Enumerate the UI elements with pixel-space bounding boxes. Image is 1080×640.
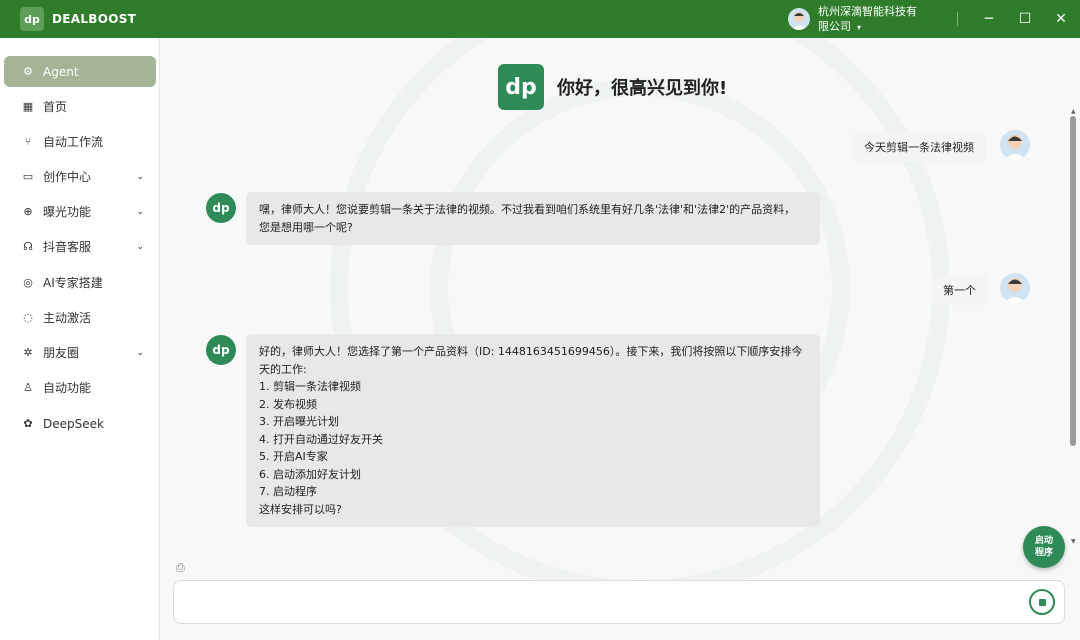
chat-area: dp 你好，很高兴见到你! 今天剪辑一条法律视频 dp 嘿，律师大人！您说要剪辑…: [160, 38, 1080, 640]
hero-logo: dp: [498, 64, 544, 110]
stop-button[interactable]: [1029, 589, 1055, 615]
stop-icon: [1038, 598, 1046, 606]
bot-avatar: dp: [206, 193, 236, 223]
welcome-header: dp 你好，很高兴见到你!: [498, 64, 727, 110]
sidebar-item-label: 创作中心: [43, 170, 92, 184]
account-switcher[interactable]: 杭州深滴智能科技有 限公司 ▾: [788, 4, 928, 35]
user-message: 今天剪辑一条法律视频: [852, 132, 986, 162]
chevron-down-icon[interactable]: ⌄: [136, 207, 144, 217]
bot-avatar: dp: [206, 335, 236, 365]
bot-message: 好的，律师大人！您选择了第一个产品资料（ID: 1448163451699456…: [246, 334, 820, 527]
chevron-down-icon[interactable]: ⌄: [136, 242, 144, 252]
title-divider: [957, 12, 958, 26]
sidebar-item-douyin-service[interactable]: ☊ 抖音客服 ⌄: [4, 231, 156, 262]
sidebar-item-ai-expert[interactable]: ◎ AI专家搭建: [4, 267, 156, 298]
chat-input-box[interactable]: [173, 580, 1065, 624]
grid-icon: ▦: [22, 100, 34, 113]
deepseek-icon: ✿: [23, 417, 33, 430]
maximize-button[interactable]: ☐: [1015, 9, 1035, 29]
sidebar-item-moments[interactable]: ✲ 朋友圈 ⌄: [4, 337, 156, 368]
robot-icon: ⚙: [23, 65, 33, 78]
sidebar-item-auto-functions[interactable]: ♙ 自动功能: [4, 372, 156, 403]
sidebar-item-label: Agent: [43, 64, 79, 79]
people-icon: ♙: [23, 381, 33, 394]
sidebar-item-label: 主动激活: [43, 311, 92, 325]
headset-icon: ☊: [23, 240, 33, 253]
sidebar-item-label: 首页: [43, 100, 68, 114]
user-avatar: [1000, 130, 1030, 160]
zoom-icon: ⊕: [23, 205, 33, 218]
brand-logo: dp: [20, 7, 44, 31]
welcome-title: 你好，很高兴见到你!: [557, 78, 728, 99]
user-avatar[interactable]: [788, 8, 810, 30]
user-avatar: [1000, 273, 1030, 303]
sidebar-item-agent[interactable]: ⚙ Agent: [4, 56, 156, 87]
sidebar-item-label: AI专家搭建: [43, 276, 103, 290]
sidebar-item-label: 自动功能: [43, 381, 92, 395]
chevron-down-icon: ▾: [857, 23, 862, 32]
company-name[interactable]: 杭州深滴智能科技有 限公司 ▾: [818, 4, 928, 35]
scrollbar-thumb[interactable]: [1070, 116, 1076, 446]
branch-icon: ⑂: [24, 135, 32, 148]
chat-input[interactable]: [188, 593, 1018, 613]
chevron-down-icon[interactable]: ⌄: [136, 348, 144, 358]
sidebar-item-home[interactable]: ▦ 首页: [4, 91, 156, 122]
title-bar: dp DEALBOOST 杭州深滴智能科技有 限公司 ▾ ─ ☐ ✕: [0, 0, 1080, 38]
chevron-down-icon[interactable]: ⌄: [136, 172, 144, 182]
brand: dp DEALBOOST: [20, 7, 136, 31]
sidebar-item-deepseek[interactable]: ✿ DeepSeek: [4, 408, 156, 439]
sidebar-item-exposure[interactable]: ⊕ 曝光功能 ⌄: [4, 196, 156, 227]
sidebar-item-label: DeepSeek: [43, 416, 104, 431]
start-program-button[interactable]: 启动 程序: [1023, 526, 1065, 568]
chat-icon: ◌: [23, 311, 33, 324]
user-message: 第一个: [931, 275, 988, 305]
minimize-button[interactable]: ─: [979, 9, 999, 29]
sidebar: ⚙ Agent ▦ 首页 ⑂ 自动工作流 ▭ 创作中心 ⌄ ⊕ 曝光功能 ⌄ ☊…: [0, 38, 160, 640]
sidebar-item-activation[interactable]: ◌ 主动激活: [4, 302, 156, 333]
video-icon: ▭: [22, 170, 34, 183]
expert-icon: ◎: [23, 276, 33, 289]
attach-icon[interactable]: ⎙: [176, 561, 185, 575]
bot-message: 嘿，律师大人！您说要剪辑一条关于法律的视频。不过我看到咱们系统里有好几条'法律'…: [246, 192, 820, 245]
close-button[interactable]: ✕: [1051, 9, 1071, 29]
sidebar-item-label: 曝光功能: [43, 205, 92, 219]
sidebar-item-workflow[interactable]: ⑂ 自动工作流: [4, 126, 156, 157]
scroll-down-arrow[interactable]: ▼: [1071, 538, 1076, 545]
scroll-up-arrow[interactable]: ▲: [1071, 108, 1076, 115]
brand-name: DEALBOOST: [52, 12, 137, 26]
sidebar-item-label: 抖音客服: [43, 240, 92, 254]
sidebar-item-creation[interactable]: ▭ 创作中心 ⌄: [4, 161, 156, 192]
sidebar-item-label: 自动工作流: [43, 135, 104, 149]
sidebar-item-label: 朋友圈: [43, 346, 80, 360]
moments-icon: ✲: [23, 346, 33, 359]
